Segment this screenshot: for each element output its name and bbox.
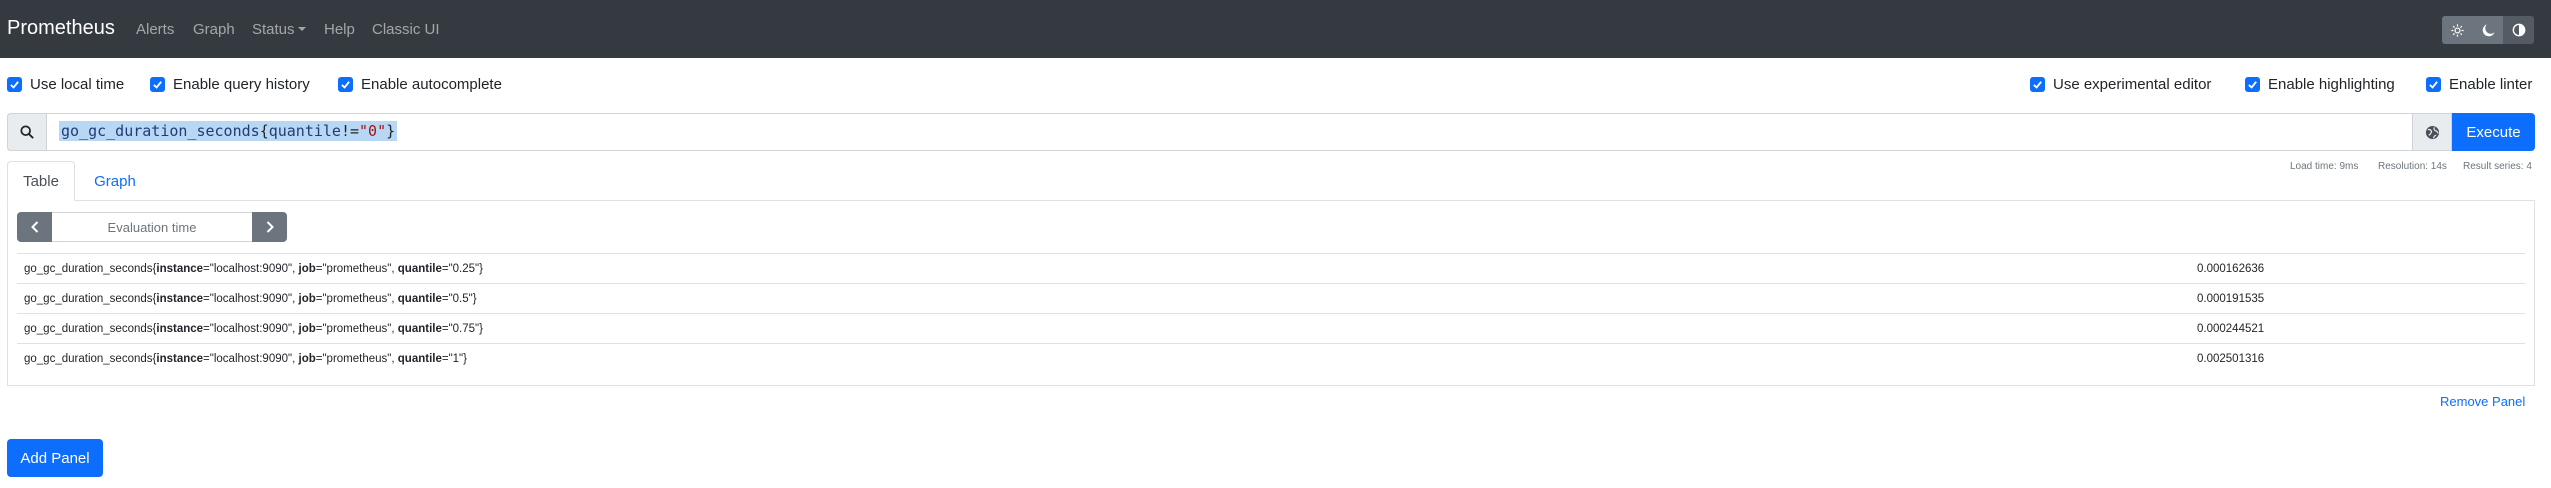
label-value: "prometheus" (322, 323, 392, 335)
table-row: go_gc_duration_seconds{instance="localho… (17, 313, 2525, 343)
label-value: "localhost:9090" (209, 263, 293, 275)
highlighting-label: Enable highlighting (2268, 75, 2395, 93)
metrics-explorer-button[interactable] (2412, 113, 2452, 151)
query-operator: != (340, 122, 360, 140)
linter-label: Enable linter (2449, 75, 2533, 93)
eval-time-next-button[interactable] (252, 212, 287, 242)
experimental-editor-checkbox[interactable]: Use experimental editor (2030, 73, 2211, 95)
nav-help[interactable]: Help (324, 20, 355, 40)
query-value: "0" (359, 122, 387, 140)
series-name: go_gc_duration_seconds{instance="localho… (24, 293, 477, 305)
query-history-checkbox[interactable]: Enable query history (150, 73, 310, 95)
experimental-editor-label: Use experimental editor (2053, 75, 2212, 93)
nav-status-label: Status (252, 21, 295, 38)
label-key: quantile (397, 263, 442, 275)
globe-icon (2425, 125, 2439, 139)
checkmark-icon (2245, 76, 2260, 92)
label-key: instance (156, 293, 204, 305)
evaluation-time-input[interactable]: Evaluation time (52, 212, 252, 242)
label-value: "0.75" (448, 323, 480, 335)
theme-light-button[interactable] (2442, 16, 2473, 44)
search-icon (20, 125, 34, 139)
result-series-stat: Result series: 4 (2463, 161, 2532, 172)
tab-table[interactable]: Table (7, 161, 75, 201)
label-key: job (298, 293, 316, 305)
series-name: go_gc_duration_seconds{instance="localho… (24, 263, 483, 275)
label-key: instance (156, 263, 204, 275)
label-value: "localhost:9090" (209, 293, 293, 305)
checkmark-icon (7, 76, 22, 92)
checkmark-icon (150, 76, 165, 92)
label-key: job (298, 353, 316, 365)
metric-name: go_gc_duration_seconds (24, 353, 153, 365)
chevron-right-icon (266, 221, 274, 233)
label-value: "0.25" (448, 263, 480, 275)
table-row: go_gc_duration_seconds{instance="localho… (17, 343, 2525, 373)
label-key: quantile (397, 323, 442, 335)
series-name: go_gc_duration_seconds{instance="localho… (24, 353, 467, 365)
theme-switcher (2442, 16, 2534, 44)
checkmark-icon (2426, 76, 2441, 92)
table-row: go_gc_duration_seconds{instance="localho… (17, 283, 2525, 313)
metric-name: go_gc_duration_seconds (24, 263, 153, 275)
label-key: quantile (397, 293, 442, 305)
autocomplete-checkbox[interactable]: Enable autocomplete (338, 73, 502, 95)
nav-classic-ui[interactable]: Classic UI (372, 20, 440, 40)
label-value: "prometheus" (322, 353, 392, 365)
label-key: job (298, 323, 316, 335)
query-history-label: Enable query history (173, 75, 310, 93)
chevron-down-icon (297, 27, 306, 31)
query-close-brace: } (386, 122, 396, 140)
query-label: quantile (268, 122, 341, 140)
linter-checkbox[interactable]: Enable linter (2426, 73, 2532, 95)
metric-name: go_gc_duration_seconds (24, 293, 153, 305)
add-panel-button[interactable]: Add Panel (7, 439, 103, 477)
use-local-time-checkbox[interactable]: Use local time (7, 73, 124, 95)
label-key: quantile (397, 353, 442, 365)
label-value: "0.5" (448, 293, 473, 305)
search-addon (7, 113, 47, 151)
navbar: Prometheus Alerts Graph Status Help Clas… (0, 0, 2551, 58)
theme-auto-button[interactable] (2503, 16, 2534, 44)
chevron-left-icon (30, 221, 38, 233)
nav-alerts[interactable]: Alerts (136, 20, 174, 40)
query-open-brace: { (259, 122, 269, 140)
contrast-icon (2512, 23, 2526, 37)
autocomplete-label: Enable autocomplete (361, 75, 502, 93)
brand-logo[interactable]: Prometheus (7, 16, 115, 40)
label-value: "1" (448, 353, 464, 365)
series-value: 0.000244521 (2197, 323, 2265, 335)
query-metric: go_gc_duration_seconds (61, 122, 260, 140)
series-value: 0.000191535 (2197, 293, 2265, 305)
series-name: go_gc_duration_seconds{instance="localho… (24, 323, 483, 335)
metric-name: go_gc_duration_seconds (24, 323, 153, 335)
label-key: instance (156, 323, 204, 335)
label-key: job (298, 263, 316, 275)
series-value: 0.002501316 (2197, 353, 2265, 365)
label-key: instance (156, 353, 204, 365)
resolution-stat: Resolution: 14s (2378, 161, 2447, 172)
table-row: go_gc_duration_seconds{instance="localho… (17, 253, 2525, 283)
nav-graph[interactable]: Graph (193, 20, 235, 40)
label-value: "localhost:9090" (209, 323, 293, 335)
nav-status-dropdown[interactable]: Status (252, 20, 306, 40)
label-value: "prometheus" (322, 293, 392, 305)
eval-time-prev-button[interactable] (17, 212, 52, 242)
series-value: 0.000162636 (2197, 263, 2265, 275)
moon-icon (2482, 23, 2495, 36)
sun-icon (2451, 23, 2464, 37)
checkmark-icon (338, 76, 353, 92)
use-local-time-label: Use local time (30, 75, 125, 93)
label-value: "prometheus" (322, 263, 392, 275)
remove-panel-link[interactable]: Remove Panel (2440, 394, 2525, 409)
checkmark-icon (2030, 76, 2045, 92)
tab-graph[interactable]: Graph (75, 161, 155, 201)
load-time-stat: Load time: 9ms (2290, 161, 2359, 172)
query-expression-text: go_gc_duration_seconds{quantile!="0"} (59, 121, 398, 141)
label-value: "localhost:9090" (209, 353, 293, 365)
results-table: go_gc_duration_seconds{instance="localho… (17, 253, 2525, 373)
theme-dark-button[interactable] (2472, 16, 2504, 44)
highlighting-checkbox[interactable]: Enable highlighting (2245, 73, 2395, 95)
execute-button[interactable]: Execute (2452, 113, 2535, 151)
